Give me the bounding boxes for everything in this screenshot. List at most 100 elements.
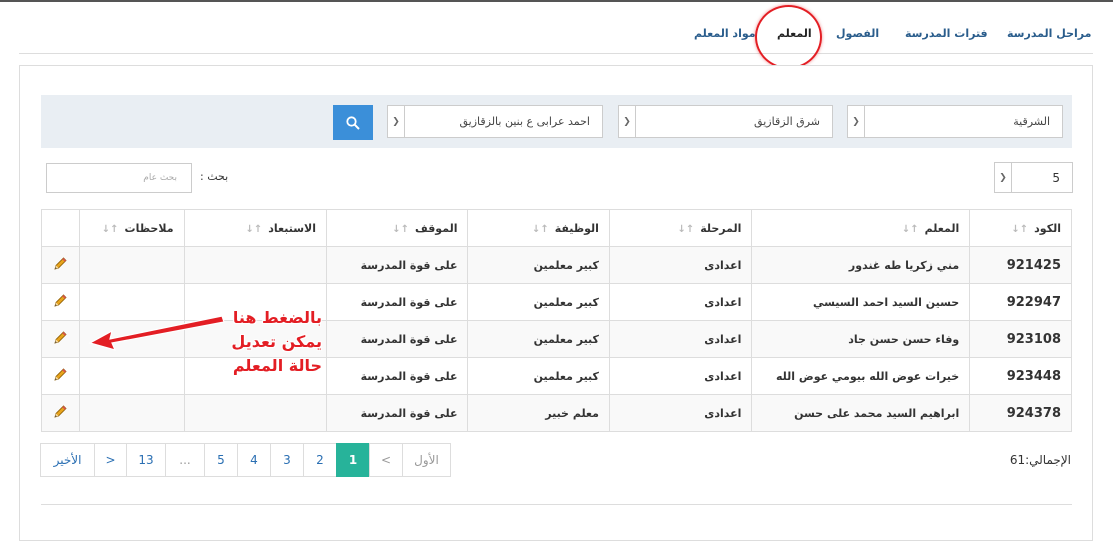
edit-pencil-icon[interactable] [52, 256, 68, 275]
cell-status: على قوة المدرسة [326, 320, 469, 358]
sort-icon: ↑↓ [101, 223, 121, 235]
pagination-page-3[interactable]: 3 [270, 443, 304, 477]
tab-school-stages[interactable]: مراحل المدرسة [1007, 27, 1091, 40]
cell-job: كبير معلمين [467, 357, 610, 395]
page-length-value: 5 [1052, 171, 1060, 185]
pagination-next[interactable]: > [94, 443, 127, 477]
table-row: 921425 مني زكريا طه غندور اعدادى كبير مع… [41, 246, 1072, 284]
table-row: 923108 وفاء حسن حسن جاد اعدادى كبير معلم… [41, 320, 1072, 358]
cell-teacher: خيرات عوض الله بيومي عوض الله [751, 357, 971, 395]
edit-pencil-icon[interactable] [52, 330, 68, 349]
cell-exclusion [183, 283, 328, 321]
sort-icon: ↑↓ [531, 223, 551, 235]
cell-notes [78, 394, 185, 432]
column-header-status[interactable]: الموقف↑↓ [326, 209, 469, 247]
chevron-down-icon: ❯ [995, 163, 1012, 192]
cell-status: على قوة المدرسة [326, 283, 469, 321]
column-header-teacher[interactable]: المعلم↑↓ [751, 209, 971, 247]
pagination-ellipsis: ... [165, 443, 205, 477]
chevron-down-icon: ❯ [619, 106, 636, 137]
pagination-last[interactable]: الأخير [40, 443, 95, 477]
cell-stage: اعدادى [608, 320, 753, 358]
column-header-stage[interactable]: المرحلة↑↓ [608, 209, 753, 247]
pagination-page-5[interactable]: 5 [204, 443, 238, 477]
cell-status: على قوة المدرسة [326, 246, 469, 284]
pagination: الأخير > 13 ... 5 4 3 2 1 < الأول [40, 443, 451, 477]
tab-school-periods[interactable]: فترات المدرسة [905, 27, 988, 40]
cell-job: كبير معلمين [467, 320, 610, 358]
column-header-exclusion[interactable]: الاستبعاد↑↓ [183, 209, 328, 247]
sort-icon: ↑↓ [901, 223, 921, 235]
cell-stage: اعدادى [608, 283, 753, 321]
tab-classes[interactable]: الفصول [836, 27, 879, 40]
cell-job: معلم خبير [467, 394, 610, 432]
cell-edit [41, 357, 80, 395]
divider [41, 504, 1072, 505]
pagination-page-4[interactable]: 4 [237, 443, 271, 477]
search-label: بحث : [200, 170, 229, 183]
column-header-job[interactable]: الوظيفة↑↓ [467, 209, 610, 247]
school-value: احمد عرابى ع بنين بالزقازيق [459, 115, 590, 128]
cell-code: 922947 [969, 283, 1072, 321]
cell-stage: اعدادى [608, 246, 753, 284]
cell-edit [41, 283, 80, 321]
tab-teacher-subjects[interactable]: مواد المعلم [694, 27, 756, 40]
tab-teacher[interactable]: المعلم [777, 27, 812, 40]
school-select[interactable]: احمد عرابى ع بنين بالزقازيق ❯ [387, 105, 603, 138]
governorate-select[interactable]: الشرقية ❯ [847, 105, 1063, 138]
cell-notes [78, 320, 185, 358]
edit-pencil-icon[interactable] [52, 367, 68, 386]
cell-notes [78, 357, 185, 395]
filter-bar: الشرقية ❯ شرق الزقازيق ❯ احمد عرابى ع بن… [41, 95, 1072, 148]
cell-code: 923108 [969, 320, 1072, 358]
sort-icon: ↑↓ [245, 223, 265, 235]
sort-icon: ↑↓ [677, 223, 696, 235]
cell-exclusion [183, 357, 328, 395]
cell-code: 921425 [969, 246, 1072, 284]
column-header-notes[interactable]: ملاحظات↑↓ [78, 209, 185, 247]
cell-code: 923448 [969, 357, 1072, 395]
cell-teacher: ابراهيم السيد محمد على حسن [751, 394, 971, 432]
cell-teacher: مني زكريا طه غندور [751, 246, 971, 284]
district-value: شرق الزقازيق [754, 115, 820, 128]
total-count: الإجمالي:61 [1009, 453, 1071, 467]
pagination-page-1[interactable]: 1 [336, 443, 370, 477]
cell-code: 924378 [969, 394, 1072, 432]
cell-edit [41, 394, 80, 432]
district-select[interactable]: شرق الزقازيق ❯ [618, 105, 833, 138]
governorate-value: الشرقية [1013, 115, 1050, 128]
cell-exclusion [183, 320, 328, 358]
table-row: 924378 ابراهيم السيد محمد على حسن اعدادى… [41, 394, 1072, 432]
column-header-code[interactable]: الكود↑↓ [969, 209, 1072, 247]
column-header-actions [41, 209, 80, 247]
cell-exclusion [183, 246, 328, 284]
cell-status: على قوة المدرسة [326, 357, 469, 395]
table-row: 923448 خيرات عوض الله بيومي عوض الله اعد… [41, 357, 1072, 395]
edit-pencil-icon[interactable] [52, 404, 68, 423]
edit-pencil-icon[interactable] [52, 293, 68, 312]
tab-bar: مراحل المدرسة فترات المدرسة الفصول المعل… [19, 0, 1093, 54]
cell-teacher: حسين السيد احمد السيسي [751, 283, 971, 321]
sort-icon: ↑↓ [392, 223, 411, 235]
page-length-select[interactable]: ❯ 5 [994, 162, 1073, 193]
search-icon [346, 115, 360, 130]
cell-stage: اعدادى [608, 394, 753, 432]
cell-job: كبير معلمين [467, 283, 610, 321]
table-header-row: الكود↑↓ المعلم↑↓ المرحلة↑↓ الوظيفة↑↓ الم… [41, 209, 1072, 247]
cell-status: على قوة المدرسة [326, 394, 469, 432]
table-row: 922947 حسين السيد احمد السيسي اعدادى كبي… [41, 283, 1072, 321]
teachers-table: الكود↑↓ المعلم↑↓ المرحلة↑↓ الوظيفة↑↓ الم… [41, 209, 1072, 432]
cell-stage: اعدادى [608, 357, 753, 395]
cell-exclusion [183, 394, 328, 432]
pagination-first[interactable]: الأول [402, 443, 451, 477]
cell-notes [78, 246, 185, 284]
chevron-down-icon: ❯ [388, 106, 405, 137]
content-panel: الشرقية ❯ شرق الزقازيق ❯ احمد عرابى ع بن… [19, 65, 1093, 541]
pagination-prev[interactable]: < [369, 443, 403, 477]
pagination-page-2[interactable]: 2 [303, 443, 337, 477]
pagination-page-13[interactable]: 13 [126, 443, 166, 477]
sort-icon: ↑↓ [1011, 223, 1030, 235]
search-input[interactable] [46, 163, 192, 193]
cell-job: كبير معلمين [467, 246, 610, 284]
search-button[interactable] [333, 105, 373, 140]
